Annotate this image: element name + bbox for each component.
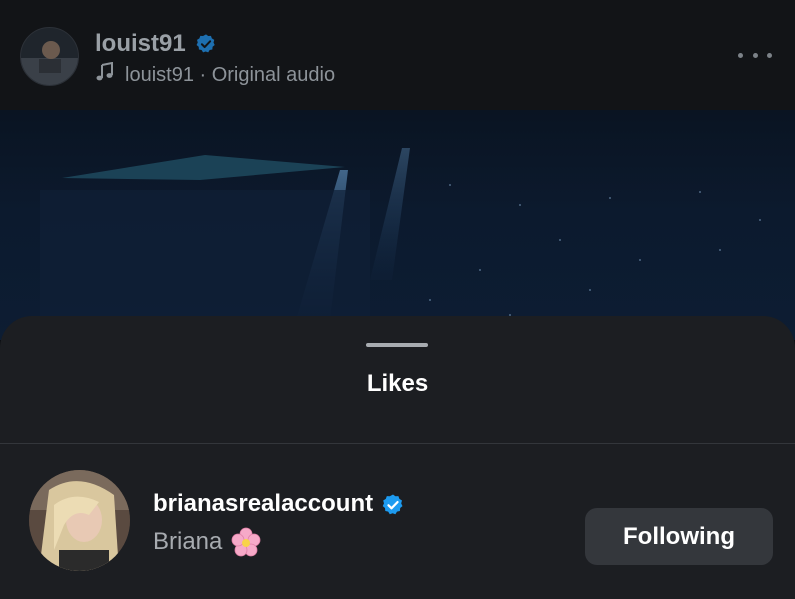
sheet-title: Likes (366, 370, 429, 397)
liker-fullname-row: Briana (153, 526, 262, 558)
music-note-icon (95, 61, 115, 88)
sheet-drag-handle[interactable] (366, 343, 428, 347)
likes-sheet: Likes brianasrealaccount Briana Followin… (0, 316, 795, 599)
post-username-row: louist91 (95, 29, 217, 59)
audio-info[interactable]: louist91 · Original audio (95, 61, 336, 88)
liker-username-row: brianasrealaccount (153, 490, 403, 518)
post-author-avatar[interactable] (20, 27, 79, 86)
liker-avatar[interactable] (29, 470, 130, 571)
audio-label: louist91 · Original audio (125, 63, 336, 86)
cherry-blossom-icon (230, 526, 262, 558)
verified-badge-icon (195, 33, 217, 55)
following-button[interactable]: Following (585, 508, 773, 565)
video-player[interactable] (0, 110, 795, 340)
like-list-item[interactable]: brianasrealaccount Briana Following (0, 444, 795, 599)
more-options-icon[interactable] (738, 45, 772, 65)
verified-badge-icon (381, 493, 403, 515)
concert-scene (40, 148, 761, 340)
liker-username[interactable]: brianasrealaccount (153, 490, 373, 518)
post-header: louist91 louist91 · Original audio (0, 0, 795, 110)
liker-full-name: Briana (153, 528, 223, 555)
post-username[interactable]: louist91 (95, 30, 186, 58)
